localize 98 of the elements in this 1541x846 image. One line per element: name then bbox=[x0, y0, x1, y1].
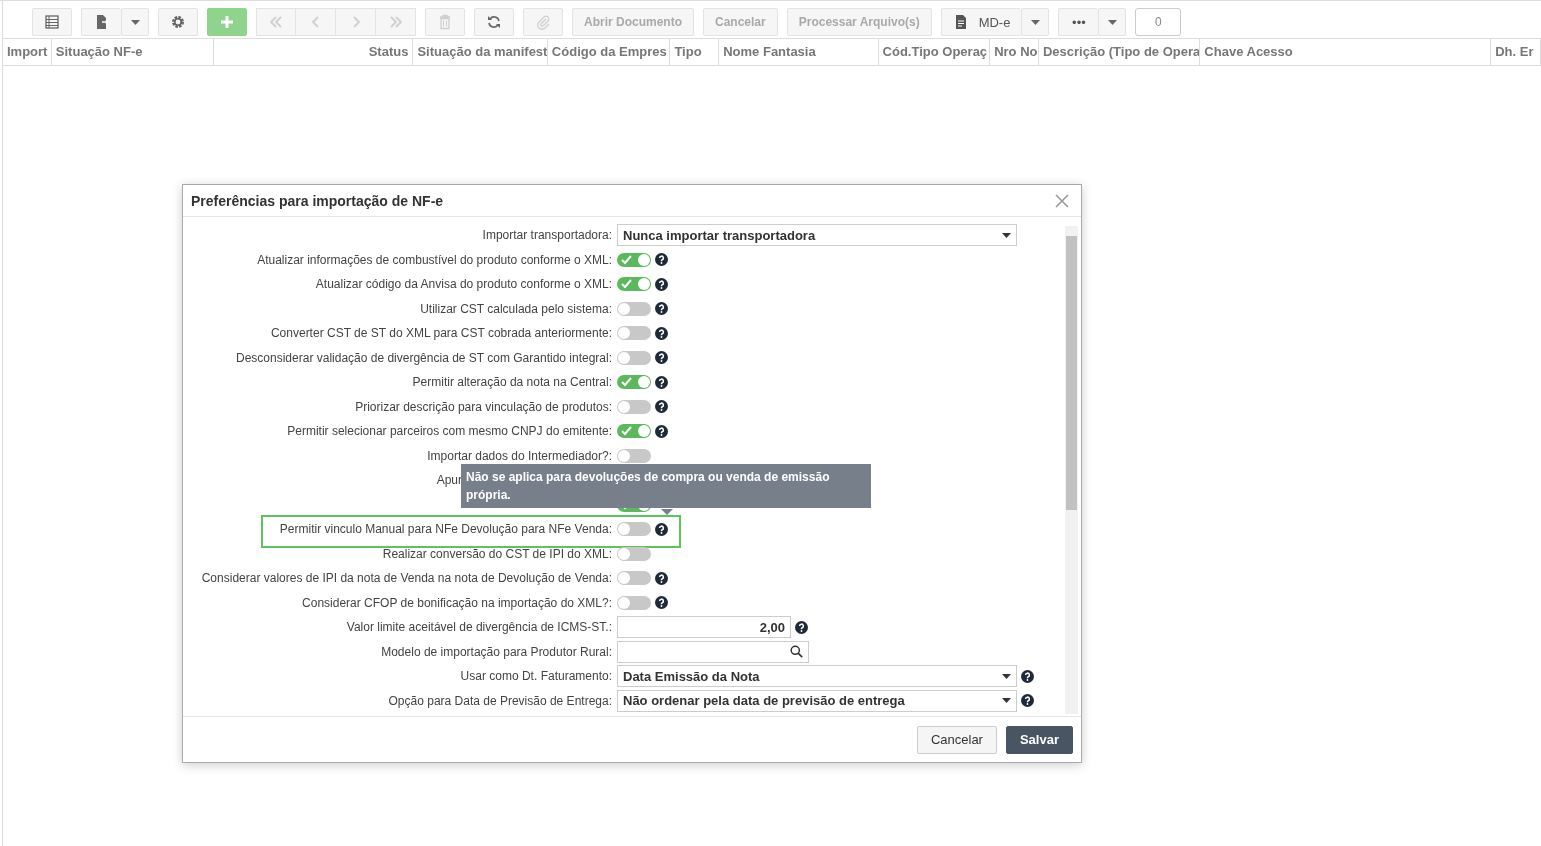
help-icon[interactable] bbox=[655, 400, 668, 414]
scrollbar[interactable] bbox=[1065, 226, 1078, 714]
export-button[interactable] bbox=[81, 8, 121, 36]
caret-icon bbox=[1002, 698, 1011, 704]
caret-icon bbox=[1107, 19, 1117, 25]
toggle-switch[interactable] bbox=[617, 326, 651, 341]
plus-icon bbox=[219, 14, 235, 30]
help-icon[interactable] bbox=[655, 253, 668, 267]
search-field[interactable] bbox=[617, 640, 809, 663]
menu-button[interactable]: ••• bbox=[1058, 8, 1099, 36]
toggle-switch[interactable] bbox=[617, 595, 651, 610]
caret-icon bbox=[130, 19, 140, 25]
toggle-switch[interactable] bbox=[617, 301, 651, 316]
help-icon[interactable] bbox=[655, 571, 668, 585]
check-icon bbox=[621, 377, 632, 388]
number-field[interactable]: 2,00 bbox=[617, 616, 791, 639]
close-icon[interactable] bbox=[1055, 193, 1069, 208]
field-label: Utilizar CST calculada pelo sistema: bbox=[420, 301, 612, 316]
dropdown-button[interactable] bbox=[121, 8, 149, 36]
help-icon[interactable] bbox=[655, 522, 668, 536]
caret-icon bbox=[1030, 19, 1040, 25]
check-icon bbox=[621, 279, 632, 290]
field-label: Permitir vinculo Manual para NFe Devolução para NFe Venda: bbox=[279, 522, 612, 537]
counter-badge: 0 bbox=[1135, 8, 1182, 36]
dropdown-button[interactable] bbox=[1021, 8, 1050, 36]
column-header[interactable]: Import bbox=[3, 39, 52, 65]
help-icon[interactable] bbox=[655, 326, 668, 340]
add-button[interactable] bbox=[207, 8, 247, 36]
field-label: Apur bbox=[436, 473, 462, 488]
refresh-icon bbox=[486, 14, 502, 30]
field-label: Atualizar código da Anvisa do produto conforme o XML: bbox=[315, 277, 612, 292]
field-label: Modelo de importação para Produtor Rural: bbox=[381, 644, 612, 659]
grid-icon bbox=[44, 14, 60, 30]
field-label: Opção para Data de Previsão de Entrega: bbox=[388, 693, 612, 708]
field-label: Permitir alteração da nota na Central: bbox=[412, 375, 612, 390]
field-label: Considerar CFOP de bonificação na importação do XML?: bbox=[302, 595, 612, 610]
check-icon bbox=[621, 254, 632, 265]
help-icon[interactable] bbox=[655, 596, 668, 610]
settings-icon bbox=[170, 14, 186, 30]
toggle-switch[interactable] bbox=[617, 252, 651, 267]
field-label: Atualizar informações de combustível do produto conforme o XML: bbox=[257, 252, 612, 267]
help-icon[interactable] bbox=[655, 351, 668, 365]
toggle-switch[interactable] bbox=[617, 350, 651, 365]
help-icon[interactable] bbox=[655, 375, 668, 389]
toolbar-button[interactable] bbox=[32, 8, 72, 36]
caret-icon bbox=[1002, 232, 1011, 238]
help-icon[interactable] bbox=[655, 277, 668, 291]
dropdown-button[interactable] bbox=[1098, 8, 1127, 36]
select-field[interactable]: Não ordenar pela data de previsão de entrega bbox=[617, 689, 1017, 712]
cancel-button[interactable]: Cancelar bbox=[916, 725, 997, 754]
tooltip-arrow-icon bbox=[661, 509, 673, 515]
toggle-switch[interactable] bbox=[617, 375, 651, 390]
toggle-switch[interactable] bbox=[617, 522, 651, 537]
toggle-switch[interactable] bbox=[617, 448, 651, 463]
double-left-icon bbox=[268, 14, 284, 30]
caret-icon bbox=[1002, 673, 1011, 679]
help-icon[interactable] bbox=[1021, 669, 1034, 683]
column-header[interactable]: Nro No bbox=[990, 39, 1039, 65]
tooltip: Não se aplica para devoluções de compra ou venda de emissão própria. bbox=[461, 464, 871, 508]
column-header[interactable]: Tipo bbox=[670, 39, 720, 65]
field-label: Considerar valores de IPI da nota de Venda na nota de Devolução de Venda: bbox=[201, 571, 612, 586]
trash-icon bbox=[437, 14, 453, 30]
select-field[interactable]: Nunca importar transportadora bbox=[617, 224, 1017, 247]
field-label: Permitir selecionar parceiros com mesmo CNPJ do emitente: bbox=[287, 424, 612, 439]
field-label: Valor limite aceitável de divergência de ICMS-ST.: bbox=[346, 620, 612, 635]
help-icon[interactable] bbox=[655, 424, 668, 438]
field-label: Usar como Dt. Faturamento: bbox=[460, 669, 612, 684]
column-header[interactable]: Código da Empres bbox=[547, 39, 671, 65]
field-label: Desconsiderar validação de divergência de ST com Garantido integral: bbox=[236, 350, 612, 365]
column-header[interactable]: Situação da manifest bbox=[413, 39, 548, 65]
field-label: Converter CST de ST do XML para CST cobrada anteriormente: bbox=[270, 326, 612, 341]
help-icon[interactable] bbox=[795, 620, 808, 634]
search-icon bbox=[790, 645, 803, 659]
select-field[interactable]: Data Emissão da Nota bbox=[617, 665, 1017, 688]
field-label: Importar transportadora: bbox=[482, 228, 612, 243]
check-icon bbox=[621, 426, 632, 437]
field-label: Importar dados do Intermediador?: bbox=[427, 448, 612, 463]
field-label: Realizar conversão do CST de IPI do XML: bbox=[382, 546, 612, 561]
double-right-icon bbox=[387, 14, 404, 30]
help-icon[interactable] bbox=[655, 302, 668, 316]
column-header[interactable]: Nome Fantasia bbox=[719, 39, 879, 65]
field-label: Priorizar descrição para vinculação de produtos: bbox=[355, 399, 612, 414]
paperclip-icon bbox=[535, 14, 551, 30]
toolbar-button[interactable] bbox=[474, 8, 514, 36]
column-header[interactable]: Cód.Tipo Operaç bbox=[878, 39, 991, 65]
column-header[interactable]: Situação NF-e bbox=[51, 39, 215, 65]
column-header[interactable]: Status bbox=[214, 39, 414, 65]
toggle-switch[interactable] bbox=[617, 277, 651, 292]
dialog-title: Preferências para importação de NF-e bbox=[191, 192, 444, 209]
toggle-switch[interactable] bbox=[617, 399, 651, 414]
toggle-switch[interactable] bbox=[617, 571, 651, 586]
toggle-switch[interactable] bbox=[617, 424, 651, 439]
column-header[interactable]: Chave Acesso bbox=[1200, 39, 1492, 65]
menu-button[interactable]: MD-e bbox=[940, 8, 1022, 36]
toolbar-button[interactable] bbox=[158, 8, 198, 36]
column-header[interactable]: Dh. Er bbox=[1491, 39, 1541, 65]
help-icon[interactable] bbox=[1021, 694, 1034, 708]
save-button[interactable]: Salvar bbox=[1005, 725, 1073, 754]
